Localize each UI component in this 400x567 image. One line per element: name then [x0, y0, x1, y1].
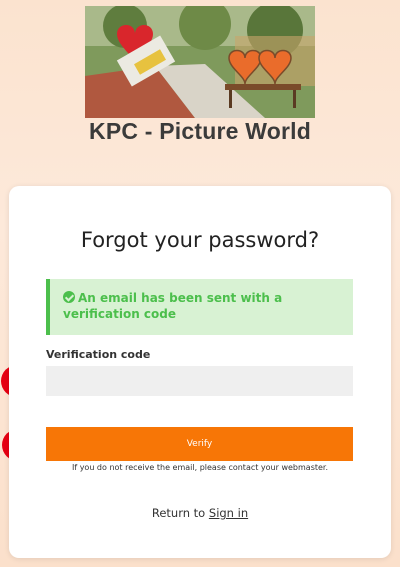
page-title: Forgot your password? — [80, 228, 320, 252]
sign-in-link[interactable]: Sign in — [209, 506, 248, 520]
check-circle-icon — [63, 291, 75, 303]
help-text: If you do not receive the email, please … — [71, 463, 329, 472]
forgot-password-card: Forgot your password? An email has been … — [9, 186, 391, 558]
verification-code-label: Verification code — [46, 348, 151, 361]
success-alert: An email has been sent with a verificati… — [46, 279, 353, 335]
site-title: KPC - Picture World — [89, 118, 311, 144]
verification-code-input[interactable] — [46, 366, 353, 396]
return-prefix: Return to — [151, 506, 206, 520]
header-photo — [85, 6, 315, 118]
verify-button[interactable]: Verify — [46, 427, 353, 461]
return-to-sign-in: Return to Sign in — [9, 506, 391, 520]
alert-message: An email has been sent with a verificati… — [63, 291, 283, 321]
